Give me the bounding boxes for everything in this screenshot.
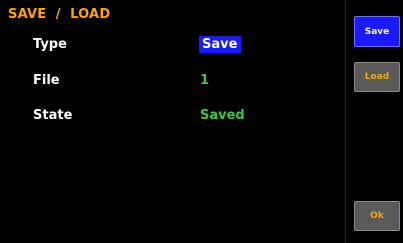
load-button[interactable]: Load: [354, 62, 400, 92]
file-label: File: [33, 73, 60, 88]
state-label: State: [33, 108, 73, 123]
type-label: Type: [33, 37, 67, 52]
sidebar-divider: [345, 0, 346, 243]
file-value[interactable]: 1: [200, 73, 209, 88]
screen-title: SAVE / LOAD: [8, 7, 111, 22]
ok-button[interactable]: Ok: [354, 201, 400, 231]
save-button[interactable]: Save: [354, 16, 400, 47]
type-value[interactable]: Save: [199, 36, 242, 53]
state-value: Saved: [200, 108, 245, 123]
save-load-screen: SAVE / LOAD Type Save File 1 State Saved…: [0, 0, 403, 243]
